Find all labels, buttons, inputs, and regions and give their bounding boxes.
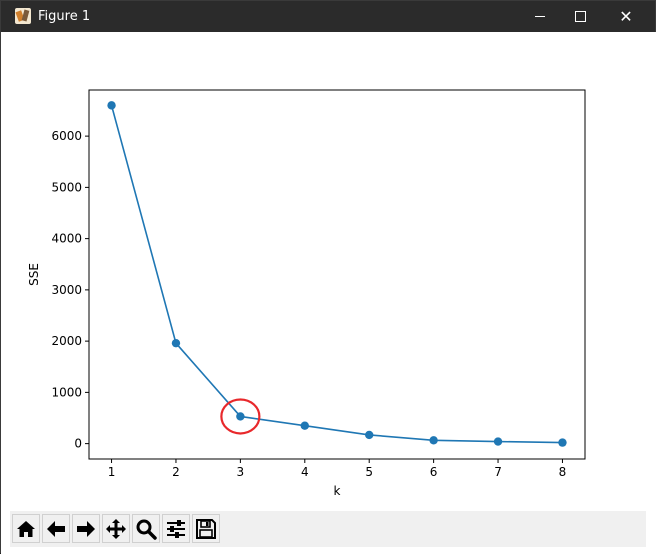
y-tick-label: 6000 [51,129,82,143]
home-icon [17,520,35,537]
back-button[interactable] [42,514,70,543]
y-tick-label: 0 [74,437,82,451]
sliders-icon [167,519,185,538]
x-tick-label: 5 [365,465,373,479]
pan-button[interactable] [102,514,130,543]
figure-canvas[interactable]: 1 2 3 4 5 6 7 8 0 1000 2000 3000 4000 5000 6000 k SSE [10,32,646,511]
floppy-disk-icon [196,518,216,539]
app-icon [15,8,31,24]
minimize-icon [535,16,545,17]
x-tick-label: 8 [559,465,567,479]
configure-subplots-button[interactable] [162,514,190,543]
data-point [171,338,181,348]
x-tick-label: 1 [108,465,116,479]
arrow-right-icon [77,520,95,537]
zoom-button[interactable] [132,514,160,543]
data-point [493,437,503,446]
x-tick-label: 7 [494,465,502,479]
data-point [107,101,116,110]
data-point [365,430,374,440]
y-tick-label: 1000 [51,385,82,399]
maximize-button[interactable] [557,1,603,32]
y-tick-label: 5000 [51,180,82,194]
figure-window: Figure 1 ✕ 1 2 3 4 5 6 7 8 0 1000 2000 3000 4000 5000… [0,0,656,554]
title-bar[interactable]: Figure 1 ✕ [1,1,655,32]
x-tick-label: 6 [430,465,438,479]
close-icon: ✕ [619,6,633,26]
series-line [110,105,563,444]
magnifier-icon [136,519,157,540]
y-tick-label: 4000 [51,232,82,246]
window-left-margin [1,32,10,547]
window-right-margin [646,32,656,547]
maximize-icon [574,11,586,22]
close-button[interactable]: ✕ [603,1,649,32]
data-point [236,412,245,421]
y-axis-label: SSE [27,263,41,286]
data-point [300,421,309,430]
navigation-toolbar [10,511,646,547]
x-tick-label: 3 [237,465,245,479]
arrow-left-icon [47,520,65,537]
axes-frame [88,89,586,460]
window-title: Figure 1 [38,9,91,24]
move-icon [106,518,126,539]
x-axis-label: k [334,484,341,498]
x-tick-label: 4 [301,465,309,479]
elbow-chart: 1 2 3 4 5 6 7 8 0 1000 2000 3000 4000 5000 6000 k SSE [27,89,586,498]
home-button[interactable] [12,514,40,543]
data-point [429,436,438,445]
y-tick-label: 3000 [51,283,82,297]
save-button[interactable] [192,514,220,543]
x-tick-label: 2 [172,465,180,479]
data-point [558,438,567,447]
y-tick-label: 2000 [51,334,82,348]
axes: 1 2 3 4 5 6 7 8 0 1000 2000 3000 4000 5000 6000 k SSE [27,89,586,498]
forward-button[interactable] [72,514,100,543]
